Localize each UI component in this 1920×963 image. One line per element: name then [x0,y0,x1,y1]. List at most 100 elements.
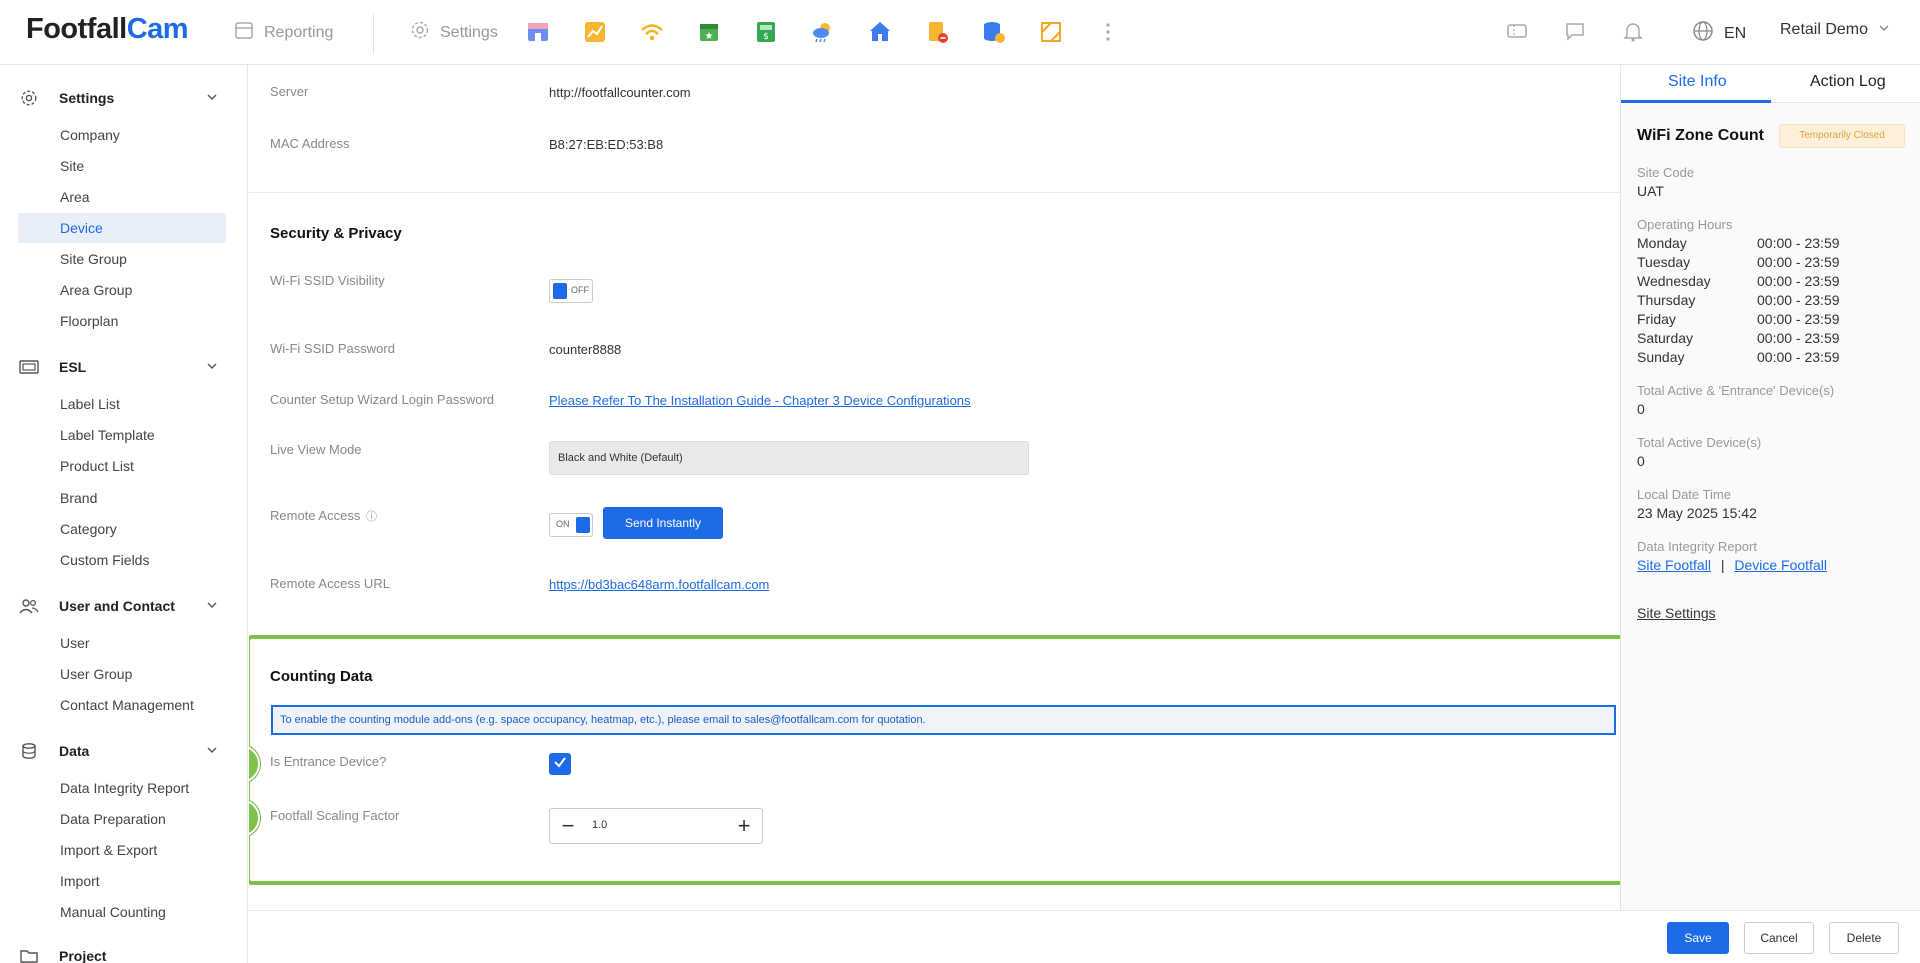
day: Tuesday [1637,254,1691,270]
hours-row: Wednesday 00:00 - 23:59 [1637,273,1897,289]
sidebar-item-label-list[interactable]: Label List [18,389,226,419]
site-settings-link[interactable]: Site Settings [1637,605,1716,621]
sidebar-item-user-group[interactable]: User Group [18,659,226,689]
integrity-links: Site Footfall | Device Footfall [1637,557,1827,573]
document-icon[interactable] [923,18,951,46]
hours-row: Sunday 00:00 - 23:59 [1637,349,1897,365]
wifi-icon[interactable] [638,18,666,46]
chevron-down-icon [1878,21,1890,39]
mac-address-label: MAC Address [270,136,350,151]
time: 00:00 - 23:59 [1757,254,1840,270]
tab-action-log[interactable]: Action Log [1810,73,1886,91]
chart-icon[interactable] [581,18,609,46]
save-button[interactable]: Save [1667,922,1729,954]
site-info-panel: Site Info Action Log WiFi Zone Count Tem… [1620,65,1920,910]
time: 00:00 - 23:59 [1757,349,1840,365]
sidebar-item-import[interactable]: Import [18,866,226,896]
sidebar-item-label-template[interactable]: Label Template [18,420,226,450]
form-footer: Save Cancel Delete [249,910,1920,963]
logo[interactable]: FootfallCam [26,13,189,46]
info-icon[interactable]: ⓘ [366,511,377,523]
site-code-label: Site Code [1637,165,1695,180]
top-bar: FootfallCam Reporting Settings ★ $ EN Re… [0,0,1920,65]
mac-address-value: B8:27:EB:ED:53:B8 [549,137,664,152]
sidebar-item-import-export[interactable]: Import & Export [18,835,226,865]
ssid-visibility-toggle[interactable]: OFF [549,279,593,303]
svg-text:$: $ [763,32,769,42]
remote-access-toggle[interactable]: ON [549,513,593,537]
scaling-factor-value[interactable]: 1.0 [592,819,607,831]
app-launcher: ★ $ [524,18,1122,46]
server-label: Server [270,84,309,99]
bell-icon[interactable] [1622,20,1644,47]
hours-row: Friday 00:00 - 23:59 [1637,311,1897,327]
floorplan-icon[interactable] [1037,18,1065,46]
nav-divider [373,14,374,54]
device-form: Server http://footfallcounter.com MAC Ad… [249,65,1620,910]
user-menu[interactable]: Retail Demo [1780,21,1890,39]
server-value: http://footfallcounter.com [549,85,691,100]
sidebar-group-user-contact[interactable]: User and Contact [18,594,226,618]
day: Thursday [1637,292,1696,308]
minus-icon[interactable]: − [550,809,586,843]
sidebar-item-contact-management[interactable]: Contact Management [18,690,226,720]
sidebar-group-label: Data [59,743,90,759]
live-view-select[interactable]: Black and White (Default) [549,441,1029,475]
sidebar-item-site-group[interactable]: Site Group [18,244,226,274]
sidebar-item-device[interactable]: Device [18,213,226,243]
sidebar-item-manual-counting[interactable]: Manual Counting [18,897,226,927]
nav-settings[interactable]: Settings [410,20,498,45]
hours-row: Thursday 00:00 - 23:59 [1637,292,1897,308]
sidebar-group-esl[interactable]: ESL [18,355,226,379]
sidebar-item-site[interactable]: Site [18,151,226,181]
ticket-icon[interactable] [1506,20,1528,47]
send-instantly-button[interactable]: Send Instantly [603,507,723,539]
sidebar-group-label: Settings [59,90,115,106]
weather-icon[interactable] [809,18,837,46]
remote-access-label-text: Remote Access [270,508,361,523]
toggle-state: OFF [571,285,589,295]
sidebar-item-brand[interactable]: Brand [18,483,226,513]
site-footfall-link[interactable]: Site Footfall [1637,557,1711,573]
sidebar-item-user[interactable]: User [18,628,226,658]
calendar-icon[interactable]: ★ [695,18,723,46]
remote-url-link[interactable]: https://bd3bac648arm.footfallcam.com [549,577,769,592]
ssid-password-value: counter8888 [549,342,622,357]
sidebar-item-floorplan[interactable]: Floorplan [18,306,226,336]
more-vertical-icon[interactable] [1094,18,1122,46]
sidebar-item-area-group[interactable]: Area Group [18,275,226,305]
installation-guide-link[interactable]: Please Refer To The Installation Guide -… [549,393,971,408]
remote-url-label: Remote Access URL [270,576,390,591]
sidebar-group-project[interactable]: Project [18,944,226,963]
chat-icon[interactable] [1564,20,1586,47]
sidebar-item-custom-fields[interactable]: Custom Fields [18,545,226,575]
sidebar-item-company[interactable]: Company [18,120,226,150]
entrance-device-checkbox[interactable] [549,753,571,775]
nav-reporting[interactable]: Reporting [234,20,333,45]
sidebar-item-data-preparation[interactable]: Data Preparation [18,804,226,834]
language-label: EN [1724,24,1747,42]
scaling-factor-stepper[interactable]: − 1.0 + [549,808,763,844]
sidebar-item-category[interactable]: Category [18,514,226,544]
sidebar-item-product-list[interactable]: Product List [18,451,226,481]
label-icon [18,356,40,378]
language-selector[interactable]: EN [1692,20,1746,47]
delete-button[interactable]: Delete [1829,922,1899,954]
sidebar-item-area[interactable]: Area [18,182,226,212]
sidebar-group-data[interactable]: Data [18,739,226,763]
database-icon[interactable] [980,18,1008,46]
entrance-devices-value: 0 [1637,401,1645,417]
store-icon[interactable] [524,18,552,46]
plus-icon[interactable]: + [726,809,762,843]
sidebar-item-data-integrity-report[interactable]: Data Integrity Report [18,773,226,803]
device-footfall-link[interactable]: Device Footfall [1734,557,1827,573]
home-icon[interactable] [866,18,894,46]
cancel-button[interactable]: Cancel [1744,922,1814,954]
globe-icon [1692,20,1714,47]
day: Friday [1637,311,1676,327]
finance-icon[interactable]: $ [752,18,780,46]
tab-site-info[interactable]: Site Info [1668,73,1727,91]
remote-access-label: Remote Access ⓘ [270,508,377,524]
sidebar-group-settings[interactable]: Settings [18,86,226,110]
wizard-password-label: Counter Setup Wizard Login Password [270,392,495,407]
